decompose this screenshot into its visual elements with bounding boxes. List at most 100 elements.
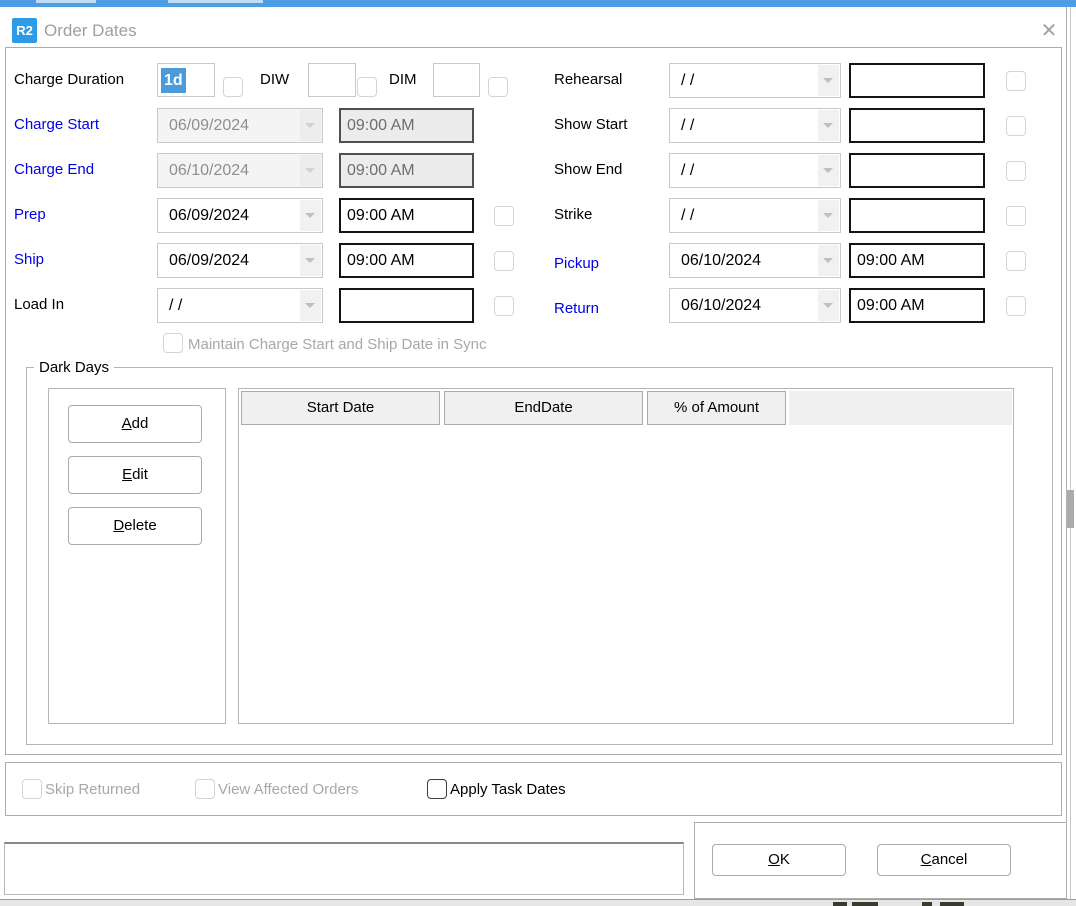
- chevron-down-icon: [818, 110, 839, 141]
- column-header-start-date[interactable]: Start Date: [241, 391, 440, 425]
- diw-checkbox: [357, 77, 377, 97]
- chevron-down-icon: [300, 200, 321, 231]
- load-in-date-combo[interactable]: / /: [157, 288, 323, 323]
- rehearsal-label: Rehearsal: [554, 71, 622, 88]
- prep-date-value: 06/09/2024: [169, 199, 249, 232]
- background-window-top-strip: [0, 0, 1076, 7]
- chevron-down-icon: [818, 155, 839, 186]
- maintain-sync-label: Maintain Charge Start and Ship Date in S…: [188, 336, 487, 353]
- pickup-checkbox: [1006, 251, 1026, 271]
- dialog-titlebar: R2 Order Dates ✕: [0, 7, 1076, 47]
- notes-input[interactable]: [4, 842, 684, 895]
- charge-duration-checkbox: [223, 77, 243, 97]
- strike-label: Strike: [554, 206, 592, 223]
- prep-checkbox: [494, 206, 514, 226]
- charge-start-date-value: 06/09/2024: [169, 109, 249, 142]
- delete-button[interactable]: Delete: [68, 507, 202, 545]
- show-start-date-combo[interactable]: / /: [669, 108, 841, 143]
- rehearsal-date-combo[interactable]: / /: [669, 63, 841, 98]
- strike-date-value: / /: [681, 199, 694, 232]
- order-dates-dialog: R2 Order Dates ✕ Charge Duration 1d DIW …: [0, 0, 1076, 906]
- show-start-time-field[interactable]: [849, 108, 985, 143]
- ship-label: Ship: [14, 251, 44, 268]
- strike-time-field[interactable]: [849, 198, 985, 233]
- background-window-edge: [1070, 7, 1071, 899]
- ship-time-field[interactable]: 09:00 AM: [339, 243, 474, 278]
- chevron-down-icon: [818, 245, 839, 276]
- pickup-date-value: 06/10/2024: [681, 244, 761, 277]
- prep-label: Prep: [14, 206, 46, 223]
- chevron-down-icon: [300, 155, 321, 186]
- load-in-checkbox: [494, 296, 514, 316]
- dim-input[interactable]: [433, 63, 480, 97]
- diw-label: DIW: [260, 71, 289, 88]
- show-end-date-combo[interactable]: / /: [669, 153, 841, 188]
- pickup-time-field[interactable]: 09:00 AM: [849, 243, 985, 278]
- rehearsal-checkbox: [1006, 71, 1026, 91]
- cancel-button[interactable]: Cancel: [877, 844, 1011, 876]
- show-end-time-field[interactable]: [849, 153, 985, 188]
- load-in-date-value: / /: [169, 289, 182, 322]
- background-window-bottom-strip: [0, 899, 1076, 906]
- charge-duration-label: Charge Duration: [14, 71, 124, 88]
- column-header-pct-of-amount[interactable]: % of Amount: [647, 391, 786, 425]
- ok-button[interactable]: OK: [712, 844, 846, 876]
- strike-checkbox: [1006, 206, 1026, 226]
- background-text-fragment: [833, 902, 847, 906]
- background-text-fragment: [940, 902, 964, 906]
- apply-task-dates-checkbox[interactable]: [427, 779, 447, 799]
- view-affected-orders-checkbox: [195, 779, 215, 799]
- load-in-label: Load In: [14, 296, 64, 313]
- charge-end-label: Charge End: [14, 161, 94, 178]
- background-text-fragment: [168, 0, 263, 3]
- charge-duration-selected-text: 1d: [161, 68, 186, 93]
- ship-date-combo[interactable]: 06/09/2024: [157, 243, 323, 278]
- return-date-combo[interactable]: 06/10/2024: [669, 288, 841, 323]
- charge-start-time-field: 09:00 AM: [339, 108, 474, 143]
- charge-start-label: Charge Start: [14, 116, 99, 133]
- chevron-down-icon: [300, 245, 321, 276]
- chevron-down-icon: [300, 110, 321, 141]
- edit-button[interactable]: Edit: [68, 456, 202, 494]
- skip-returned-checkbox: [22, 779, 42, 799]
- dim-label: DIM: [389, 71, 417, 88]
- dark-days-table: [238, 388, 1014, 724]
- column-header-end-date[interactable]: EndDate: [444, 391, 643, 425]
- show-start-date-value: / /: [681, 109, 694, 142]
- dim-checkbox: [488, 77, 508, 97]
- rehearsal-date-value: / /: [681, 64, 694, 97]
- view-affected-orders-label: View Affected Orders: [218, 781, 358, 798]
- chevron-down-icon: [818, 65, 839, 96]
- ship-date-value: 06/09/2024: [169, 244, 249, 277]
- apply-task-dates-label: Apply Task Dates: [450, 781, 566, 798]
- pickup-date-combo[interactable]: 06/10/2024: [669, 243, 841, 278]
- background-text-fragment: [922, 902, 932, 906]
- show-end-label: Show End: [554, 161, 622, 178]
- close-icon[interactable]: ✕: [1030, 16, 1068, 46]
- strike-date-combo[interactable]: / /: [669, 198, 841, 233]
- show-start-label: Show Start: [554, 116, 627, 133]
- prep-time-field[interactable]: 09:00 AM: [339, 198, 474, 233]
- background-window-edge: [1066, 7, 1067, 899]
- show-start-checkbox: [1006, 116, 1026, 136]
- chevron-down-icon: [300, 290, 321, 321]
- rehearsal-time-field[interactable]: [849, 63, 985, 98]
- return-time-field[interactable]: 09:00 AM: [849, 288, 985, 323]
- background-scrollbar-thumb: [1067, 490, 1074, 528]
- background-text-fragment: [852, 902, 878, 906]
- diw-input[interactable]: [308, 63, 356, 97]
- show-end-checkbox: [1006, 161, 1026, 181]
- charge-end-date-combo: 06/10/2024: [157, 153, 323, 188]
- return-checkbox: [1006, 296, 1026, 316]
- column-header-filler: [789, 391, 1012, 425]
- ship-checkbox: [494, 251, 514, 271]
- add-button[interactable]: Add: [68, 405, 202, 443]
- skip-returned-label: Skip Returned: [45, 781, 140, 798]
- maintain-sync-checkbox: [163, 333, 183, 353]
- charge-duration-input[interactable]: 1d: [157, 63, 215, 97]
- load-in-time-field[interactable]: [339, 288, 474, 323]
- return-label: Return: [554, 300, 599, 317]
- prep-date-combo[interactable]: 06/09/2024: [157, 198, 323, 233]
- r2-app-icon: R2: [12, 18, 37, 43]
- background-text-fragment: [36, 0, 96, 3]
